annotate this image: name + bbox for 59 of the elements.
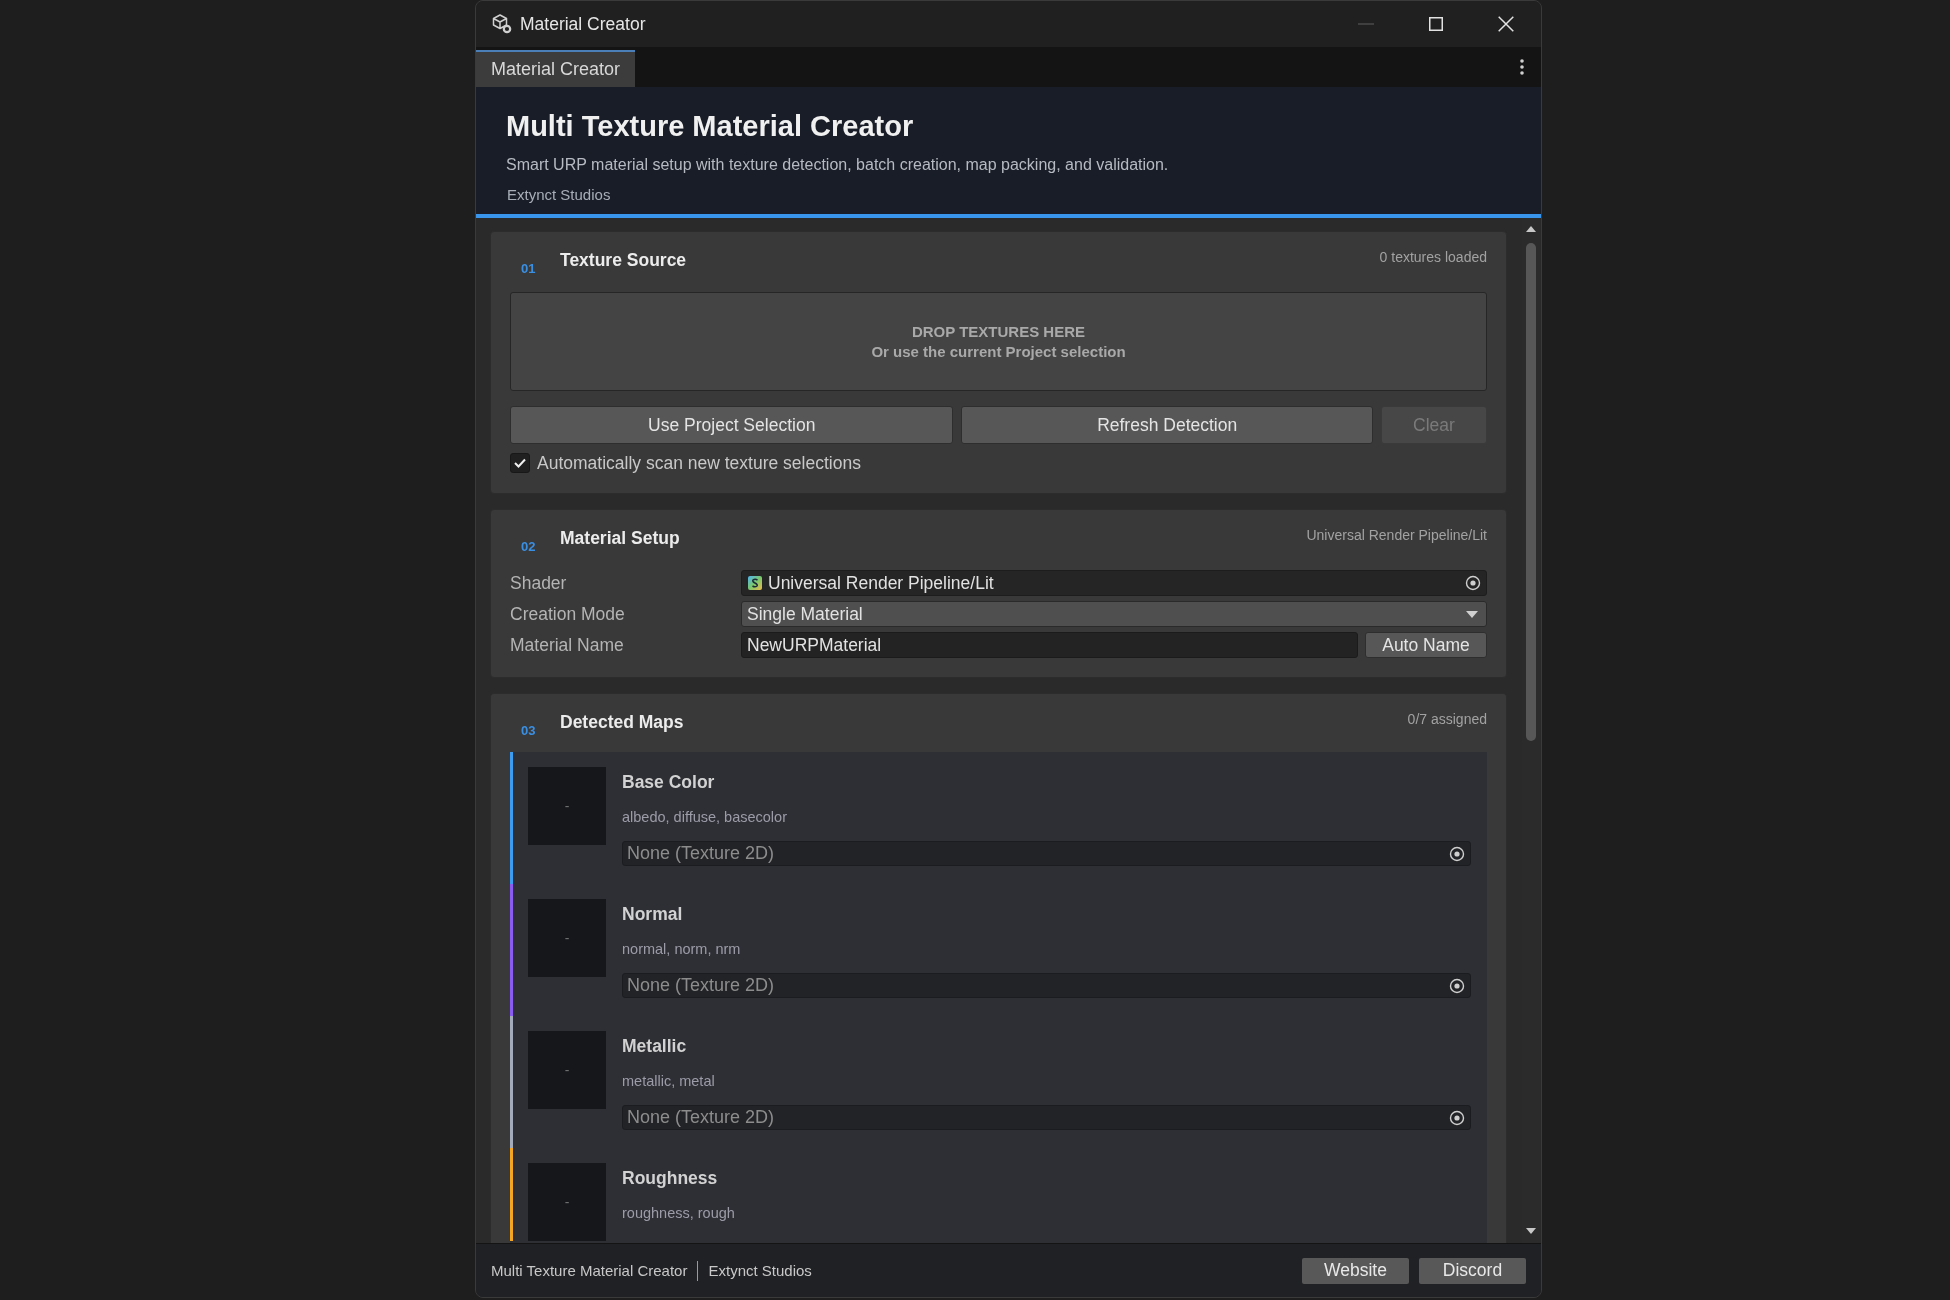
- map-name: Base Color: [622, 771, 716, 793]
- scroll-down-icon[interactable]: [1526, 1228, 1536, 1234]
- map-keywords: normal, norm, nrm: [622, 940, 742, 958]
- drop-zone[interactable]: DROP TEXTURES HERE Or use the current Project selection: [510, 292, 1487, 391]
- drop-zone-title: DROP TEXTURES HERE: [911, 321, 1086, 342]
- section-title: Detected Maps: [560, 711, 684, 734]
- map-name: Roughness: [622, 1167, 719, 1189]
- checkmark-icon: [514, 458, 526, 468]
- dropdown[interactable]: Single Material: [741, 601, 1487, 627]
- checkbox[interactable]: [510, 453, 530, 473]
- refresh-button[interactable]: Refresh Detection: [961, 406, 1373, 444]
- map-keywords: albedo, diffuse, basecolor: [622, 808, 788, 826]
- text-field[interactable]: NewURPMaterial: [741, 632, 1358, 658]
- section-status: Universal Render Pipeline/Lit: [1306, 526, 1487, 545]
- scrollbar-thumb[interactable]: [1526, 243, 1536, 741]
- object-picker-icon[interactable]: [1449, 977, 1465, 994]
- object-picker-icon[interactable]: [1449, 1109, 1465, 1126]
- texture-preview: -: [528, 1163, 606, 1241]
- texture-preview: -: [528, 767, 606, 845]
- texture-preview: -: [528, 1031, 606, 1109]
- footer-product: Multi Texture Material Creator: [491, 1262, 688, 1279]
- map-keywords: roughness, rough: [622, 1204, 736, 1222]
- section-title: Texture Source: [560, 249, 687, 272]
- scroll-up-icon[interactable]: [1526, 226, 1536, 232]
- map-name: Metallic: [622, 1035, 688, 1057]
- more-menu-icon[interactable]: [1520, 59, 1524, 75]
- app-title: Multi Texture Material Creator: [506, 109, 915, 144]
- checkbox-label: Automatically scan new texture selections: [537, 452, 861, 474]
- use-selection-button[interactable]: Use Project Selection: [510, 406, 954, 444]
- tab[interactable]: Material Creator: [476, 50, 636, 87]
- section-number: 02: [521, 538, 537, 555]
- field-label: Shader: [510, 572, 568, 594]
- map-name: Normal: [622, 903, 684, 925]
- footer-studio: Extynct Studios: [708, 1262, 812, 1279]
- section-status: 0/7 assigned: [1407, 710, 1487, 729]
- texture-preview: -: [528, 899, 606, 977]
- cube-gear-icon: [492, 14, 512, 34]
- section-number: 01: [521, 260, 537, 277]
- map-keywords: metallic, metal: [622, 1072, 716, 1090]
- caret-down-icon: [1466, 610, 1478, 618]
- field-label: Material Name: [510, 634, 625, 656]
- object-picker-icon[interactable]: [1465, 575, 1481, 591]
- drop-zone-hint: Or use the current Project selection: [871, 341, 1126, 362]
- window-title: Material Creator: [520, 13, 646, 35]
- studio-name: Extynct Studios: [506, 185, 612, 205]
- shader-icon: [748, 576, 762, 590]
- object-field[interactable]: Universal Render Pipeline/Lit: [741, 570, 1487, 596]
- discord-button[interactable]: Discord: [1419, 1257, 1526, 1284]
- texture-field[interactable]: None (Texture 2D): [622, 841, 1471, 866]
- section-status: 0 textures loaded: [1379, 248, 1487, 267]
- section-title: Material Setup: [560, 527, 680, 550]
- texture-field[interactable]: None (Texture 2D): [622, 1105, 1471, 1130]
- object-picker-icon[interactable]: [1449, 845, 1465, 862]
- field-label: Creation Mode: [510, 603, 626, 625]
- app-subtitle: Smart URP material setup with texture detection, batch creation, map packing, and validation.: [506, 155, 1170, 175]
- auto-name-button[interactable]: Auto Name: [1365, 632, 1487, 658]
- section-number: 03: [521, 722, 537, 739]
- texture-field[interactable]: None (Texture 2D): [622, 973, 1471, 998]
- website-button[interactable]: Website: [1302, 1257, 1409, 1284]
